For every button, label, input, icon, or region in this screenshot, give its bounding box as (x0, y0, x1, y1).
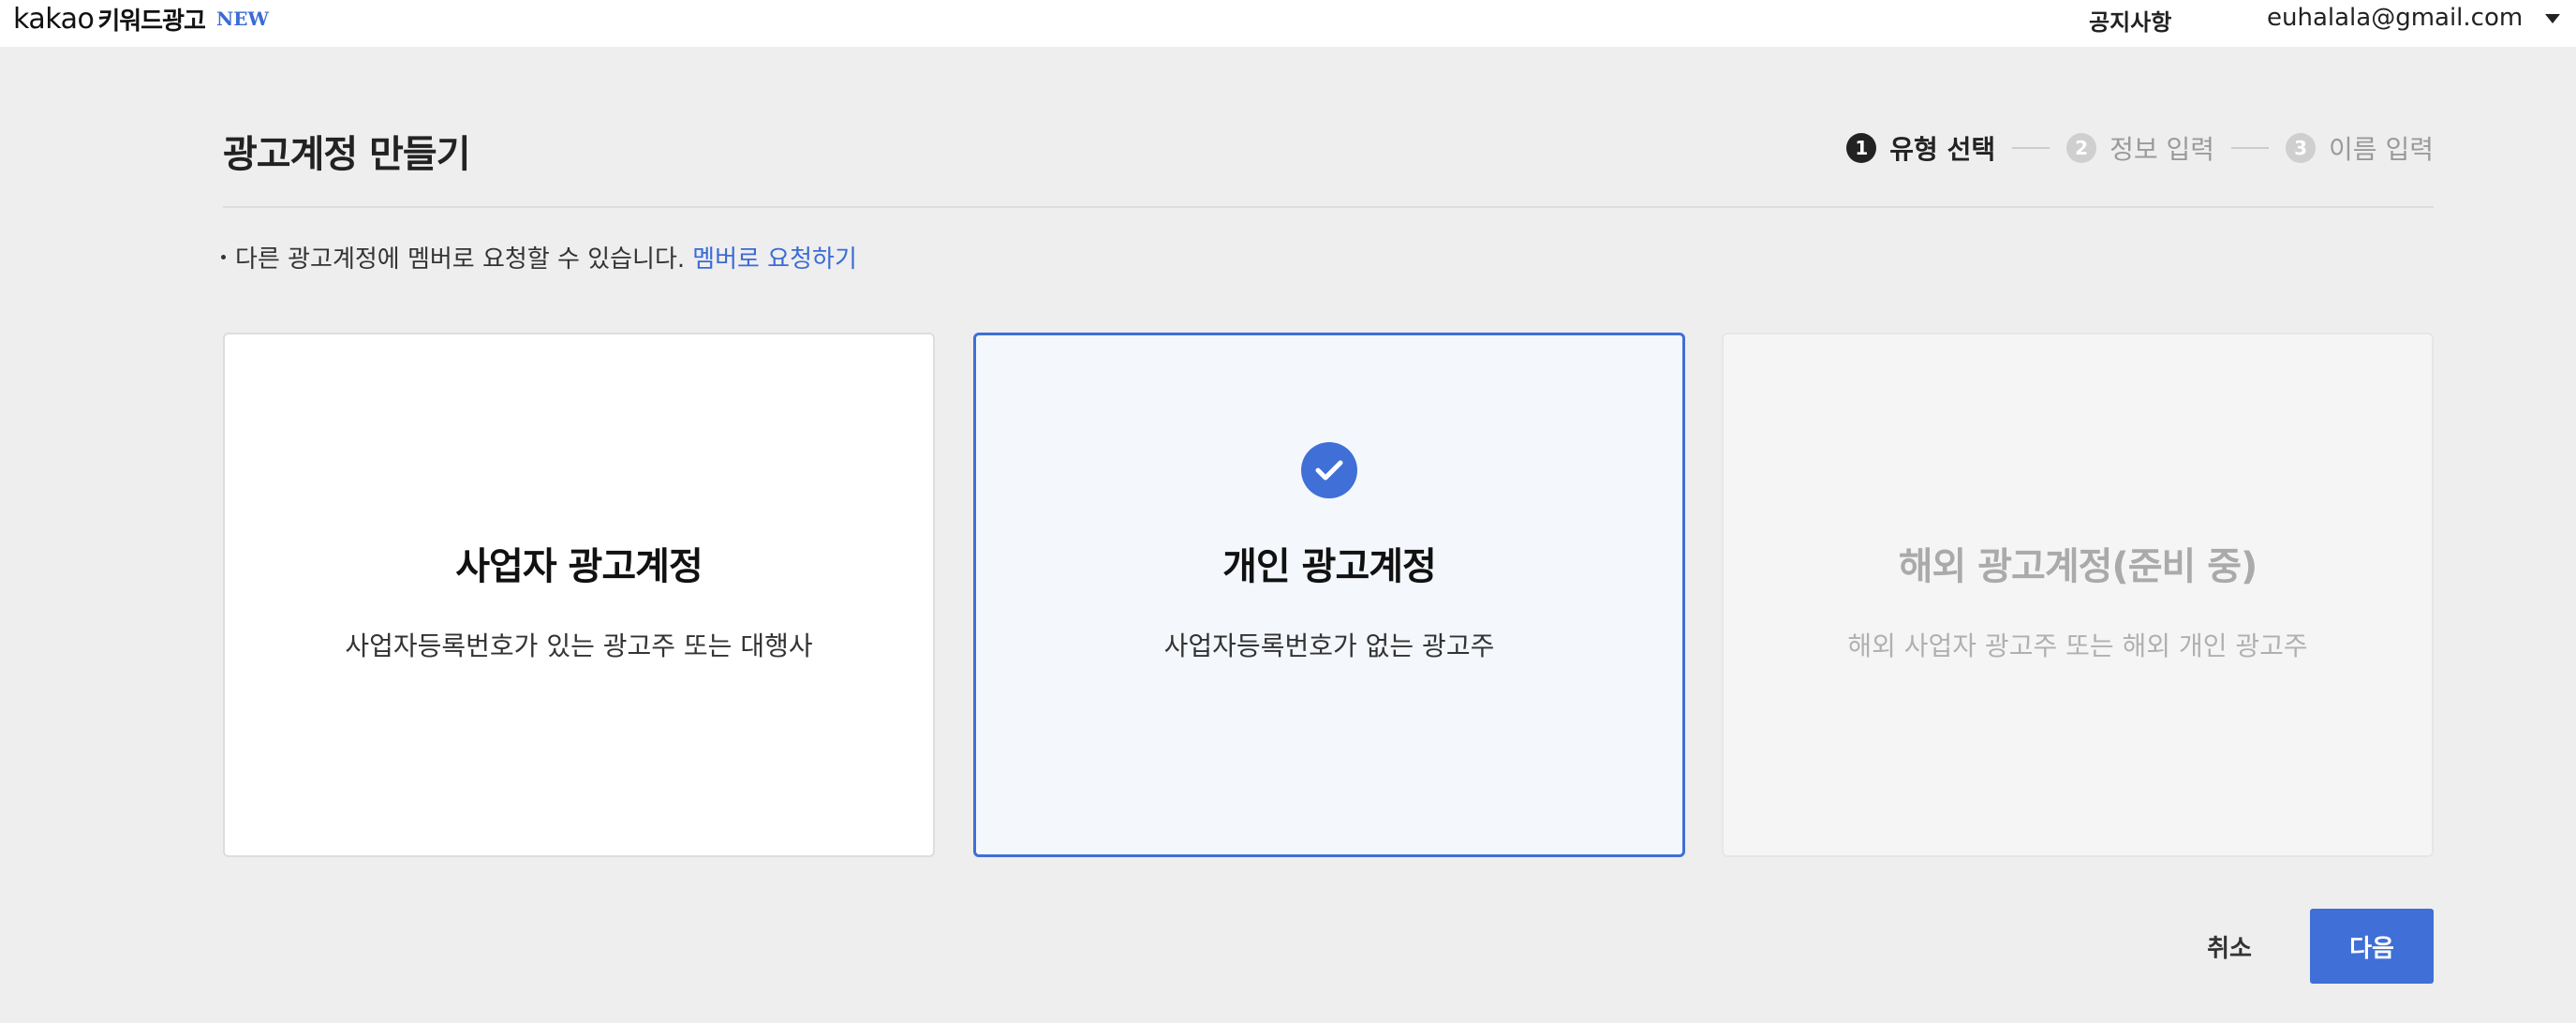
step-number-badge: 2 (2066, 133, 2097, 163)
kakao-keyword-ad-logo[interactable]: kakao 키워드광고 NEW (13, 0, 269, 37)
card-title: 개인 광고계정 (1222, 545, 1437, 588)
overseas-account-card: 해외 광고계정(준비 중) 해외 사업자 광고주 또는 해외 개인 광고주 (1722, 333, 2434, 857)
step-name-input: 3 이름 입력 (2286, 129, 2434, 167)
member-request-link[interactable]: 멤버로 요청하기 (692, 240, 857, 274)
caret-down-icon[interactable] (2545, 14, 2561, 23)
step-info-input: 2 정보 입력 (2066, 129, 2214, 167)
step-indicator: 1 유형 선택 2 정보 입력 3 이름 입력 (1846, 129, 2434, 167)
card-description: 사업자등록번호가 없는 광고주 (1163, 630, 1495, 661)
user-account-menu[interactable]: euhalala@gmail.com (2267, 4, 2561, 32)
top-header: kakao 키워드광고 NEW 공지사항 euhalala@gmail.com (0, 0, 2576, 47)
cancel-button[interactable]: 취소 (2183, 909, 2276, 984)
card-title: 사업자 광고계정 (455, 545, 703, 588)
title-divider (223, 206, 2434, 208)
user-email: euhalala@gmail.com (2267, 4, 2524, 32)
logo-kakao-text: kakao (13, 2, 95, 36)
step-connector (2012, 147, 2050, 149)
step-label: 정보 입력 (2110, 134, 2215, 165)
member-request-text: 다른 광고계정에 멤버로 요청할 수 있습니다. (235, 245, 686, 274)
next-button[interactable]: 다음 (2310, 909, 2434, 984)
personal-account-card[interactable]: 개인 광고계정 사업자등록번호가 없는 광고주 (973, 333, 1685, 857)
member-request-notice: 다른 광고계정에 멤버로 요청할 수 있습니다. 멤버로 요청하기 (221, 240, 857, 274)
step-connector (2231, 147, 2270, 149)
logo-product-text: 키워드광고 (97, 7, 206, 36)
step-type-select: 1 유형 선택 (1846, 129, 1995, 167)
card-title: 해외 광고계정(준비 중) (1898, 545, 2258, 588)
step-number-badge: 3 (2286, 133, 2317, 163)
business-account-card[interactable]: 사업자 광고계정 사업자등록번호가 있는 광고주 또는 대행사 (223, 333, 935, 857)
page-title: 광고계정 만들기 (223, 133, 471, 176)
bullet-icon (221, 255, 226, 259)
step-number-badge: 1 (1846, 133, 1877, 163)
new-badge: NEW (215, 7, 269, 30)
step-label: 유형 선택 (1889, 134, 1996, 165)
notice-link[interactable]: 공지사항 (2089, 4, 2171, 37)
card-description: 사업자등록번호가 있는 광고주 또는 대행사 (345, 630, 813, 661)
card-description: 해외 사업자 광고주 또는 해외 개인 광고주 (1847, 630, 2308, 661)
checkmark-glyph (1315, 460, 1343, 481)
check-circle-icon (1301, 442, 1357, 498)
step-label: 이름 입력 (2329, 134, 2434, 165)
